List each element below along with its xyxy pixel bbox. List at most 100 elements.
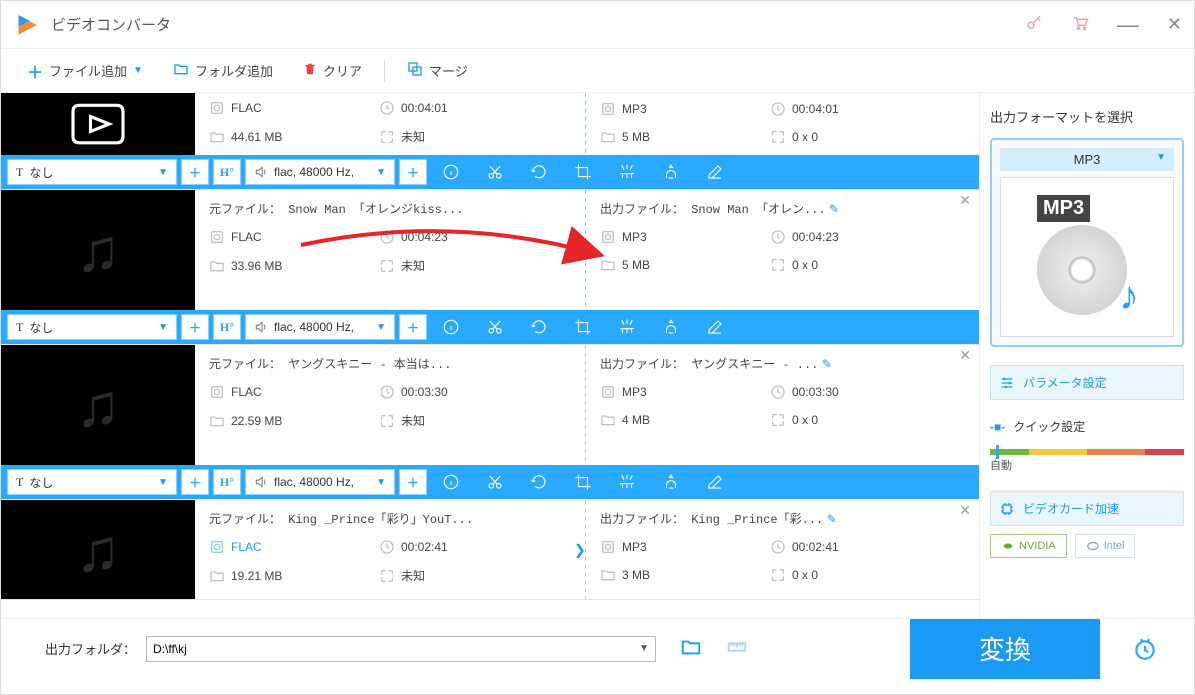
out-duration: 00:04:23: [792, 230, 839, 244]
format-preview: MP3 ♪: [1000, 177, 1174, 337]
ruler-icon[interactable]: [726, 636, 748, 661]
minimize-button[interactable]: —: [1117, 12, 1139, 38]
info-icon[interactable]: [431, 318, 471, 336]
effects-icon[interactable]: [607, 318, 647, 336]
trash-icon: [303, 62, 317, 79]
remove-file-button[interactable]: ✕: [959, 502, 971, 519]
rotate-icon[interactable]: [519, 473, 559, 491]
cut-icon[interactable]: [475, 163, 515, 181]
out-filename: 出力ファイル： ヤングスキニー - ...: [600, 358, 818, 372]
rotate-icon[interactable]: [519, 163, 559, 181]
subtitle-select[interactable]: Tなし▼: [7, 314, 177, 340]
format-selector: MP3▼ MP3 ♪: [990, 138, 1184, 347]
crop-icon[interactable]: [563, 163, 603, 181]
watermark-icon[interactable]: [651, 318, 691, 336]
chip-icon: [999, 501, 1015, 517]
effects-icon[interactable]: [607, 163, 647, 181]
music-note-icon: ♫: [76, 516, 121, 585]
quick-settings-label: -■- クイック設定: [990, 418, 1184, 435]
remove-file-button[interactable]: ✕: [959, 347, 971, 364]
res-icon: [770, 129, 786, 145]
watermark-icon[interactable]: [651, 163, 691, 181]
slider-label: 自動: [990, 457, 1184, 473]
info-icon[interactable]: [431, 473, 471, 491]
add-audio-button[interactable]: ＋: [399, 314, 427, 340]
hardsub-button[interactable]: H°: [213, 159, 241, 185]
format-dropdown[interactable]: MP3▼: [1000, 148, 1174, 171]
hardsub-button[interactable]: H°: [213, 469, 241, 495]
parameter-settings-button[interactable]: パラメータ設定: [990, 365, 1184, 400]
thumbnail[interactable]: ♫: [1, 190, 195, 310]
crop-icon[interactable]: [563, 473, 603, 491]
cart-icon[interactable]: [1071, 14, 1089, 36]
app-title: ビデオコンバータ: [51, 14, 1025, 35]
edit-name-icon[interactable]: ✎: [822, 357, 832, 371]
quality-slider[interactable]: [990, 449, 1184, 455]
subtitle-select[interactable]: Tなし▼: [7, 469, 177, 495]
info-icon[interactable]: [431, 163, 471, 181]
rotate-icon[interactable]: [519, 318, 559, 336]
edit-name-icon[interactable]: ✎: [829, 202, 839, 216]
watermark-icon[interactable]: [651, 473, 691, 491]
add-folder-button[interactable]: フォルダ追加: [165, 57, 281, 84]
chevron-right-icon: ❯: [574, 242, 586, 259]
plus-icon: ＋: [27, 59, 43, 83]
app-logo-icon: [13, 11, 41, 39]
slider-thumb[interactable]: [996, 445, 999, 459]
license-icon[interactable]: [1025, 14, 1043, 36]
clear-button[interactable]: クリア: [295, 57, 370, 84]
file-list: FLAC 00:04:01 44.61 MB 未知 MP3 00:04:01: [1, 93, 980, 618]
src-size: 33.96 MB: [231, 259, 282, 273]
src-res: 未知: [401, 128, 425, 145]
add-subtitle-button[interactable]: ＋: [181, 469, 209, 495]
audio-select[interactable]: flac, 48000 Hz,▼: [245, 159, 395, 185]
sliders-icon: [999, 375, 1015, 391]
src-res: 未知: [401, 567, 425, 584]
controls-row: Tなし▼ ＋ H° flac, 48000 Hz,▼ ＋: [1, 155, 979, 189]
out-size: 5 MB: [622, 130, 650, 144]
convert-button[interactable]: 変換: [910, 619, 1100, 679]
thumbnail[interactable]: ♫: [1, 345, 195, 465]
edit-icon[interactable]: [695, 473, 735, 491]
src-duration: 00:02:41: [401, 540, 448, 554]
edit-icon[interactable]: [695, 163, 735, 181]
crop-icon[interactable]: [563, 318, 603, 336]
close-button[interactable]: ✕: [1167, 14, 1182, 35]
clock-icon: [379, 100, 395, 116]
add-audio-button[interactable]: ＋: [399, 159, 427, 185]
hardsub-button[interactable]: H°: [213, 314, 241, 340]
output-folder-label: 出力フォルダ：: [45, 639, 136, 658]
merge-label: マージ: [429, 61, 468, 80]
thumbnail[interactable]: ♫: [1, 500, 195, 600]
chevron-right-icon: ❯: [574, 542, 586, 559]
nvidia-badge: NVIDIA: [990, 534, 1067, 558]
effects-icon[interactable]: [607, 473, 647, 491]
add-subtitle-button[interactable]: ＋: [181, 159, 209, 185]
format-badge: MP3: [1037, 195, 1090, 222]
add-file-button[interactable]: ＋ ファイル追加 ▼: [19, 55, 151, 87]
edit-icon[interactable]: [695, 318, 735, 336]
merge-button[interactable]: マージ: [399, 57, 476, 84]
sidebar: 出力フォーマットを選択 MP3▼ MP3 ♪ パラメータ設定 -■- クイック設…: [980, 93, 1194, 618]
audio-select[interactable]: flac, 48000 Hz,▼: [245, 314, 395, 340]
cut-icon[interactable]: [475, 318, 515, 336]
schedule-button[interactable]: [1110, 619, 1180, 679]
thumbnail[interactable]: [1, 93, 195, 155]
chevron-down-icon: ▼: [158, 167, 168, 178]
src-filename: 元ファイル： ヤングスキニー - 本当は...: [209, 355, 571, 372]
add-subtitle-button[interactable]: ＋: [181, 314, 209, 340]
edit-name-icon[interactable]: ✎: [827, 512, 837, 526]
cut-icon[interactable]: [475, 473, 515, 491]
music-note-icon: ♫: [76, 216, 121, 285]
src-duration: 00:04:23: [401, 230, 448, 244]
gpu-accel-button[interactable]: ビデオカード加速: [990, 491, 1184, 526]
subtitle-select[interactable]: Tなし▼: [7, 159, 177, 185]
out-codec: MP3: [622, 385, 647, 399]
add-audio-button[interactable]: ＋: [399, 469, 427, 495]
audio-select[interactable]: flac, 48000 Hz,▼: [245, 469, 395, 495]
open-folder-button[interactable]: [680, 636, 702, 661]
codec-icon: [600, 101, 616, 117]
out-duration: 00:03:30: [792, 385, 839, 399]
remove-file-button[interactable]: ✕: [959, 192, 971, 209]
output-path-select[interactable]: D:\ff\kj ▼: [146, 636, 656, 662]
